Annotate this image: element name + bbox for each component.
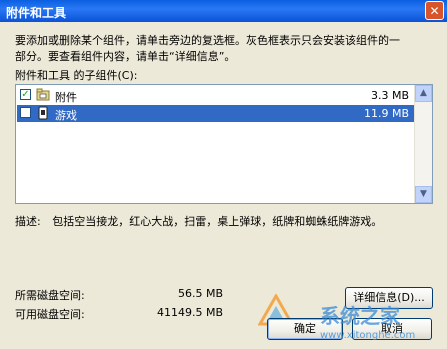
component-row-games[interactable]: 游戏 11.9 MB bbox=[17, 105, 415, 122]
component-size-games: 11.9 MB bbox=[363, 107, 409, 120]
scroll-down-button[interactable]: ▼ bbox=[415, 186, 432, 203]
instructions-line-2: 部分。要查看组件内容，请单击“详细信息”。 bbox=[15, 50, 236, 63]
description-label: 描述: bbox=[15, 215, 41, 228]
description-area: 描述: 包括空当接龙，红心大战，扫雷，桌上弹球，纸牌和蜘蛛纸牌游戏。 bbox=[15, 213, 382, 229]
instructions-line-1: 要添加或删除某个组件，请单击旁边的复选框。灰色框表示只会安装该组件的一 bbox=[15, 34, 400, 47]
title-bar: 附件和工具 ✕ bbox=[0, 0, 447, 22]
watermark-url: www.xitonghe.com bbox=[320, 330, 416, 341]
components-list-label: 附件和工具 的子组件(C): bbox=[15, 69, 138, 82]
instructions-text: 要添加或删除某个组件，请单击旁边的复选框。灰色框表示只会安装该组件的一 部分。要… bbox=[15, 33, 435, 65]
required-space-value: 56.5 MB bbox=[177, 287, 223, 300]
component-label-accessories: 附件 bbox=[55, 91, 77, 104]
close-icon: ✕ bbox=[429, 4, 440, 18]
watermark-text: 系统之家 bbox=[320, 304, 400, 328]
component-checkbox-games[interactable] bbox=[20, 107, 31, 118]
accessories-folder-icon bbox=[36, 88, 50, 101]
available-space-label: 可用磁盘空间: bbox=[15, 308, 85, 321]
component-checkbox-accessories[interactable]: ✓ bbox=[20, 89, 31, 100]
components-listbox[interactable]: ✓ 附件 3.3 MB 游戏 11.9 MB ▲ ▼ bbox=[15, 84, 433, 204]
available-space-value: 41149.5 MB bbox=[156, 306, 223, 319]
list-scrollbar[interactable]: ▲ ▼ bbox=[414, 85, 432, 203]
component-size-accessories: 3.3 MB bbox=[370, 89, 409, 102]
arrow-down-icon: ▼ bbox=[420, 189, 427, 199]
description-text: 包括空当接龙，红心大战，扫雷，桌上弹球，纸牌和蜘蛛纸牌游戏。 bbox=[52, 215, 383, 228]
component-label-games: 游戏 bbox=[55, 109, 77, 122]
arrow-up-icon: ▲ bbox=[420, 88, 427, 98]
window-title: 附件和工具 bbox=[6, 6, 67, 20]
close-window-button[interactable]: ✕ bbox=[425, 1, 444, 20]
component-row-accessories[interactable]: ✓ 附件 3.3 MB bbox=[17, 87, 415, 104]
games-icon bbox=[38, 106, 48, 120]
required-space-label: 所需磁盘空间: bbox=[15, 289, 85, 302]
scroll-up-button[interactable]: ▲ bbox=[415, 85, 432, 102]
